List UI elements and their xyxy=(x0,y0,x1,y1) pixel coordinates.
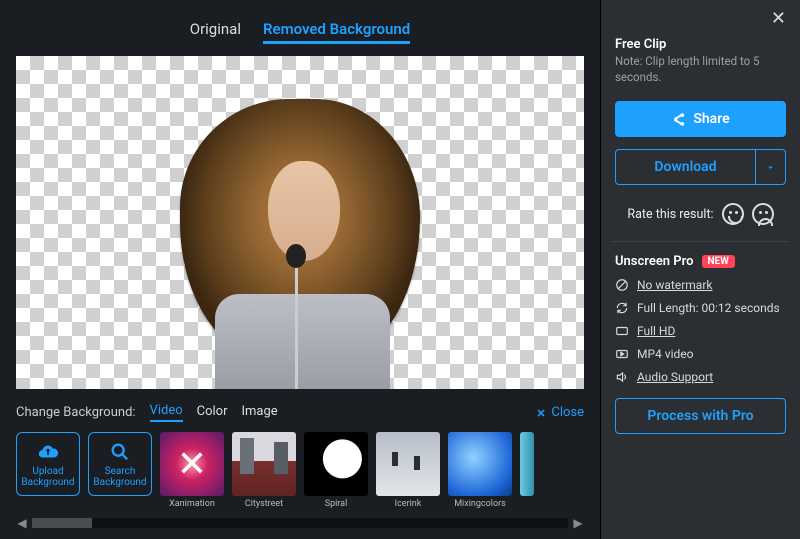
result-tabs: Original Removed Background xyxy=(16,20,584,44)
bg-thumb-mixingcolors[interactable]: Mixingcolors xyxy=(448,432,512,509)
close-panel-button[interactable]: ✕ xyxy=(771,8,786,29)
rate-bad-button[interactable] xyxy=(752,203,774,225)
tab-original[interactable]: Original xyxy=(190,20,241,44)
feature-mp4: MP4 video xyxy=(615,347,786,361)
play-icon xyxy=(615,347,629,361)
main-panel: Original Removed Background Change Backg… xyxy=(0,0,600,539)
scroll-thumb[interactable] xyxy=(32,518,92,528)
bg-close-button[interactable]: Close xyxy=(535,405,584,420)
chevron-down-icon xyxy=(765,162,776,173)
feature-full-hd[interactable]: Full HD xyxy=(615,324,786,338)
bg-option-image[interactable]: Image xyxy=(241,404,277,421)
pro-heading: Unscreen Pro NEW xyxy=(615,254,786,269)
search-background-button[interactable]: Search Background xyxy=(88,432,152,496)
bg-option-video[interactable]: Video xyxy=(150,403,183,422)
bg-thumb-xanimation[interactable]: ✕Xanimation xyxy=(160,432,224,509)
preview-canvas xyxy=(16,56,584,389)
scroll-right-arrow-icon[interactable]: ▶ xyxy=(572,517,584,529)
new-badge: NEW xyxy=(702,255,735,268)
speaker-icon xyxy=(615,370,629,384)
bg-thumb-icerink[interactable]: Icerink xyxy=(376,432,440,509)
thumb-scrollbar[interactable]: ◀ ▶ xyxy=(16,517,584,529)
feature-no-watermark[interactable]: No watermark xyxy=(615,278,786,292)
free-clip-title: Free Clip xyxy=(615,37,786,52)
bg-thumb-citystreet[interactable]: Citystreet xyxy=(232,432,296,509)
download-menu-button[interactable] xyxy=(756,149,786,185)
search-icon xyxy=(109,441,131,463)
bg-label: Change Background: xyxy=(16,405,136,420)
bg-thumb-spiral[interactable]: Spiral xyxy=(304,432,368,509)
free-clip-note: Note: Clip length limited to 5 seconds. xyxy=(615,54,786,85)
rate-good-button[interactable] xyxy=(722,203,744,225)
share-icon xyxy=(671,112,686,127)
divider xyxy=(611,241,790,242)
download-button[interactable]: Download xyxy=(615,149,756,185)
cloud-upload-icon xyxy=(37,441,59,463)
feature-audio[interactable]: Audio Support xyxy=(615,370,786,384)
rate-row: Rate this result: xyxy=(615,203,786,225)
close-icon xyxy=(535,407,547,419)
subject-cutout xyxy=(160,99,440,389)
scroll-track[interactable] xyxy=(32,518,568,528)
background-changer: Change Background: Video Color Image Clo… xyxy=(16,403,584,529)
rate-label: Rate this result: xyxy=(627,207,713,222)
upload-background-button[interactable]: Upload Background xyxy=(16,432,80,496)
tab-removed-background[interactable]: Removed Background xyxy=(263,20,410,44)
hd-icon xyxy=(615,324,629,338)
bg-thumb-partial[interactable] xyxy=(520,432,534,496)
no-watermark-icon xyxy=(615,278,629,292)
feature-full-length: Full Length: 00:12 seconds xyxy=(615,301,786,315)
scroll-left-arrow-icon[interactable]: ◀ xyxy=(16,517,28,529)
share-button[interactable]: Share xyxy=(615,101,786,137)
bg-option-color[interactable]: Color xyxy=(197,404,228,421)
side-panel: ✕ Free Clip Note: Clip length limited to… xyxy=(600,0,800,539)
refresh-icon xyxy=(615,301,629,315)
process-with-pro-button[interactable]: Process with Pro xyxy=(615,398,786,434)
